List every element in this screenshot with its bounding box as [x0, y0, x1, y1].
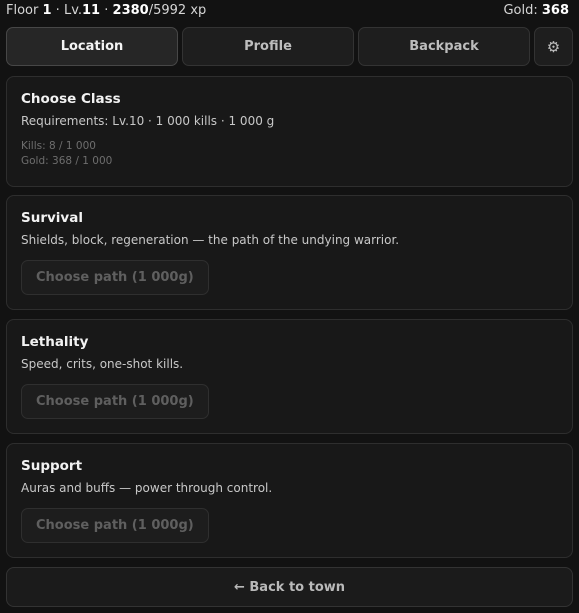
main-nav: Location Profile Backpack ⚙	[6, 27, 573, 66]
tab-profile[interactable]: Profile	[182, 27, 354, 66]
card-title: Choose Class	[21, 91, 121, 107]
path-description: Auras and buffs — power through control.	[21, 481, 273, 495]
tab-backpack[interactable]: Backpack	[358, 27, 530, 66]
floor-value: 1	[42, 2, 52, 18]
status-bar: Floor 1 · Lv.11 · 2380/5992 xp Gold: 368	[6, 0, 569, 20]
path-title: Lethality	[21, 334, 89, 350]
choose-class-card: Choose Class Requirements: Lv.10 · 1 000…	[6, 76, 573, 187]
gold-progress: Gold: 368 / 1 000	[21, 155, 113, 167]
path-description: Shields, block, regeneration — the path …	[21, 233, 400, 247]
gold-label: Gold:	[503, 2, 538, 18]
requirements-text: Requirements: Lv.10 · 1 000 kills · 1 00…	[21, 114, 275, 128]
path-title: Survival	[21, 210, 83, 226]
path-description: Speed, crits, one-shot kills.	[21, 357, 184, 371]
gold-value: 368	[541, 2, 569, 18]
path-title: Support	[21, 458, 83, 474]
tab-location[interactable]: Location	[6, 27, 178, 66]
gold-display: Gold: 368	[503, 3, 569, 18]
floor-label: Floor	[6, 2, 39, 18]
player-stats: Floor 1 · Lv.11 · 2380/5992 xp	[6, 3, 206, 18]
path-card-survival: Survival Shields, block, regeneration — …	[6, 195, 573, 310]
path-card-lethality: Lethality Speed, crits, one-shot kills. …	[6, 319, 573, 434]
settings-button[interactable]: ⚙	[534, 27, 573, 66]
separator: ·	[55, 2, 60, 18]
separator: ·	[104, 2, 109, 18]
choose-path-button[interactable]: Choose path (1 000g)	[21, 384, 209, 419]
choose-path-button[interactable]: Choose path (1 000g)	[21, 508, 209, 543]
gear-icon: ⚙	[546, 37, 561, 56]
xp-current: 2380	[112, 2, 149, 18]
choose-path-button[interactable]: Choose path (1 000g)	[21, 260, 209, 295]
level-value: 11	[82, 2, 101, 18]
kills-progress: Kills: 8 / 1 000	[21, 140, 96, 152]
level-label: Lv.	[63, 2, 83, 18]
path-card-support: Support Auras and buffs — power through …	[6, 443, 573, 558]
xp-total: /5992 xp	[148, 2, 207, 18]
back-to-town-button[interactable]: ← Back to town	[6, 567, 573, 607]
